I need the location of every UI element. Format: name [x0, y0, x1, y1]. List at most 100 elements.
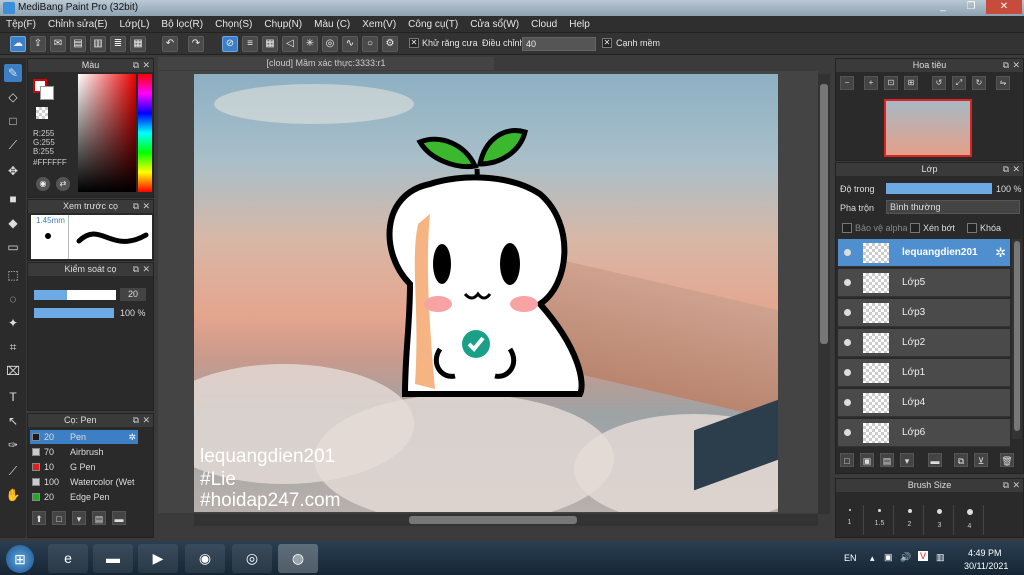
gear-icon[interactable]: ✲	[128, 430, 136, 444]
document-tab[interactable]: [cloud] Mầm xác thực:3333:r1	[158, 57, 494, 70]
new-8bit-layer-icon[interactable]: ▤	[880, 453, 894, 467]
layer-folder-icon[interactable]: ▬	[928, 453, 942, 467]
layer-row[interactable]: Lớp3	[838, 299, 1010, 327]
maximize-button[interactable]: ❐	[958, 0, 984, 14]
media-icon[interactable]: ▶	[138, 544, 178, 573]
chrome-icon[interactable]: ◉	[185, 544, 225, 573]
rect-icon[interactable]: □	[4, 112, 22, 130]
horizontal-scrollbar[interactable]	[194, 514, 818, 526]
eraser-icon[interactable]: ◇	[4, 88, 22, 106]
vertical-scroll-thumb[interactable]	[820, 84, 828, 344]
fit-icon[interactable]: ⊡	[884, 76, 898, 90]
brush-size-cell[interactable]: 4	[956, 505, 984, 535]
clip-checkbox[interactable]	[910, 223, 920, 233]
clock-time[interactable]: 4:49 PM	[968, 548, 1002, 558]
brush-item[interactable]: 10 G Pen	[30, 460, 138, 474]
explorer-icon[interactable]: ▬	[93, 544, 133, 573]
radial-snap-icon[interactable]: ✳	[302, 36, 318, 52]
close-icon[interactable]: ✕	[142, 59, 150, 72]
navigator-thumbnail[interactable]	[884, 99, 972, 157]
close-icon[interactable]: ✕	[142, 414, 150, 427]
menu-item[interactable]: Cloud	[525, 16, 563, 33]
merge-layer-icon[interactable]: ⊻	[974, 453, 988, 467]
menu-item[interactable]: Help	[563, 16, 596, 33]
layer-row[interactable]: lequangdien201 ✲	[838, 239, 1010, 267]
visibility-icon[interactable]	[844, 279, 851, 286]
grid-icon[interactable]: ▦	[130, 36, 146, 52]
lock-checkbox[interactable]	[967, 223, 977, 233]
dropper-icon[interactable]: ⟋	[4, 462, 22, 480]
lasso-icon[interactable]: ◌	[4, 290, 22, 308]
list-icon[interactable]: ≣	[110, 36, 126, 52]
undo-icon[interactable]: ↶	[162, 36, 178, 52]
vertical-scrollbar[interactable]	[818, 74, 830, 514]
horizontal-scroll-thumb[interactable]	[409, 516, 577, 524]
gradient-icon[interactable]: ▭	[4, 238, 22, 256]
undock-icon[interactable]: ⧉	[133, 263, 139, 276]
vanish-snap-icon[interactable]: ◁	[282, 36, 298, 52]
volume-icon[interactable]: 🔊	[900, 552, 911, 563]
tray-v-icon[interactable]: V	[918, 551, 929, 561]
menu-item[interactable]: Cửa sổ(W)	[464, 16, 525, 33]
parallel-snap-icon[interactable]: ≡	[242, 36, 258, 52]
reset-rotation-icon[interactable]: ⤢	[952, 76, 966, 90]
transparent-swatch[interactable]	[36, 107, 48, 119]
cross-snap-icon[interactable]: ▦	[262, 36, 278, 52]
close-icon[interactable]: ✕	[142, 263, 150, 276]
brush-size-cell[interactable]: 2	[896, 505, 924, 535]
circle-snap-icon[interactable]: ◎	[322, 36, 338, 52]
layer-row[interactable]: Lớp5	[838, 269, 1010, 297]
layer-row[interactable]: Lớp6	[838, 419, 1010, 447]
brush-menu-icon[interactable]: ▾	[72, 511, 86, 525]
rotate-right-icon[interactable]: ↻	[972, 76, 986, 90]
brush-item[interactable]: 70 Airbrush	[30, 445, 138, 459]
layer-row[interactable]: Lớp2	[838, 329, 1010, 357]
undock-icon[interactable]: ⧉	[1003, 479, 1009, 492]
snap-off-icon[interactable]: ⊘	[222, 36, 238, 52]
layer-row[interactable]: Lớp4	[838, 389, 1010, 417]
size-value[interactable]: 20	[120, 288, 146, 301]
visibility-icon[interactable]	[844, 339, 851, 346]
visibility-icon[interactable]	[844, 369, 851, 376]
operation-icon[interactable]: ↖	[4, 412, 22, 430]
hue-slider[interactable]	[138, 74, 152, 192]
swap-color-icon[interactable]: ⇄	[56, 177, 70, 191]
minimize-button[interactable]: _	[930, 0, 956, 14]
duplicate-layer-icon[interactable]: ⧉	[954, 453, 968, 467]
flip-icon[interactable]: ⇋	[996, 76, 1010, 90]
doc-icon[interactable]: ▥	[90, 36, 106, 52]
layer-scroll-thumb[interactable]	[1014, 241, 1020, 431]
hand-icon[interactable]: ✋	[4, 486, 22, 504]
menu-item[interactable]: Chụp(N)	[258, 16, 308, 33]
blend-select[interactable]: Bình thường	[886, 200, 1020, 214]
medibang-icon[interactable]: ◍	[278, 544, 318, 573]
clock-date[interactable]: 30/11/2021	[964, 561, 1008, 571]
chat-icon[interactable]: ✉	[50, 36, 66, 52]
eyedropper-icon[interactable]: ✑	[4, 436, 22, 454]
magic-wand-icon[interactable]: ✦	[4, 314, 22, 332]
menu-item[interactable]: Tệp(F)	[0, 16, 42, 33]
visibility-icon[interactable]	[844, 399, 851, 406]
brush-item[interactable]: 20 Pen ✲	[30, 430, 138, 444]
canvas[interactable]: lequangdien201 #Lie #hoidap247.com	[194, 74, 778, 512]
opacity-slider[interactable]	[34, 308, 114, 318]
tray-app-icon[interactable]: ▣	[884, 552, 893, 563]
zoom-in-icon[interactable]: +	[864, 76, 878, 90]
select-rect-icon[interactable]: ⬚	[4, 266, 22, 284]
delete-layer-icon[interactable]: 🗑	[1000, 453, 1014, 467]
close-icon[interactable]: ✕	[1012, 59, 1020, 72]
network-icon[interactable]: ▥	[936, 552, 945, 563]
snap-settings-icon[interactable]: ⚙	[382, 36, 398, 52]
adjust-select[interactable]: 40	[522, 37, 596, 51]
brush-item[interactable]: 100 Watercolor (Wet	[30, 475, 138, 489]
undock-icon[interactable]: ⧉	[133, 200, 139, 213]
ellipse-snap-icon[interactable]: ○	[362, 36, 378, 52]
brush-item[interactable]: 20 Edge Pen	[30, 490, 138, 504]
background-swatch[interactable]	[40, 86, 54, 100]
layer-menu-icon[interactable]: ▾	[900, 453, 914, 467]
new-halftone-layer-icon[interactable]: ▣	[860, 453, 874, 467]
close-button[interactable]: ✕	[986, 0, 1022, 14]
tray-up-icon[interactable]: ▴	[870, 553, 875, 564]
select-pen-icon[interactable]: ⌗	[4, 338, 22, 356]
language-indicator[interactable]: EN	[844, 553, 857, 563]
